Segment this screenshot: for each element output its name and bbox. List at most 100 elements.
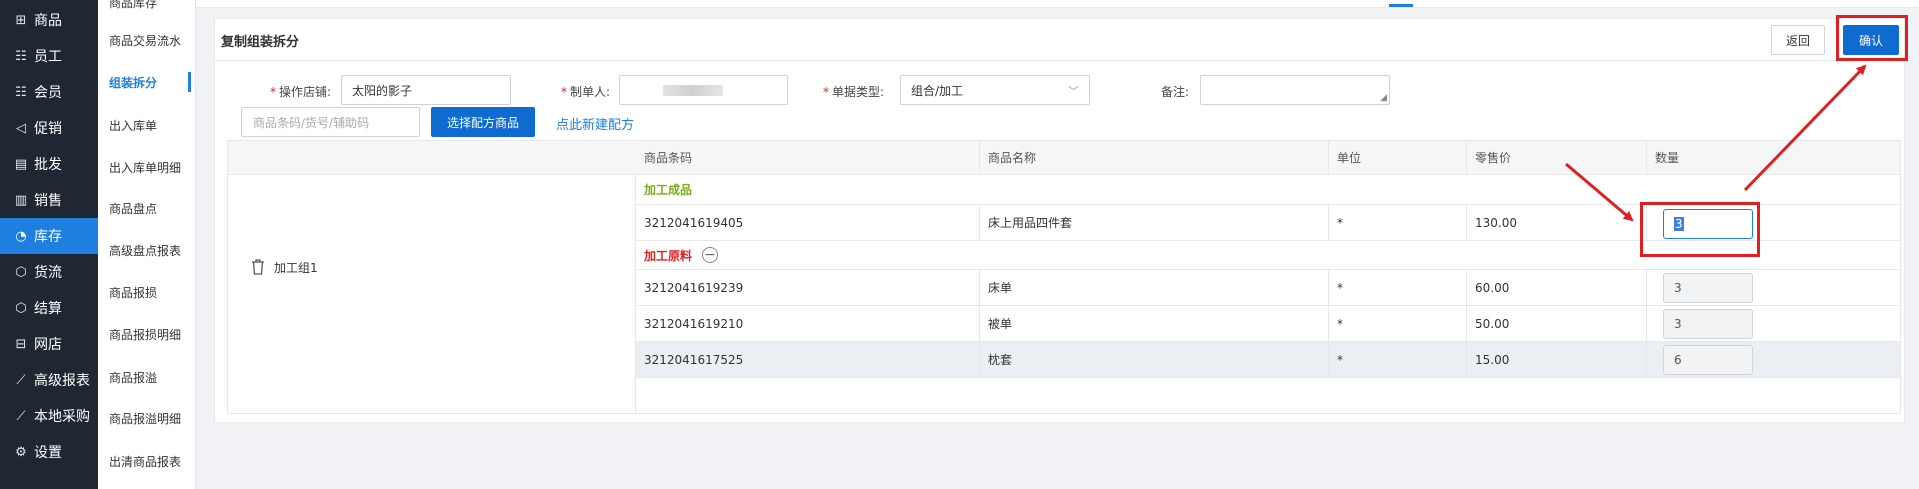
store-field[interactable]: 太阳的影子 (341, 75, 511, 105)
sub-item-clearance-report[interactable]: 出清商品报表 (98, 443, 196, 479)
wholesale-icon: ▤ (14, 156, 28, 172)
group-item: 加工组1 (250, 258, 318, 276)
cell-name: 床单 (980, 270, 1329, 305)
nav-item-inventory[interactable]: ◔ 库存 (0, 218, 98, 254)
member-icon: ☷ (15, 84, 27, 100)
redacted-name (663, 85, 723, 96)
nav-item-sales[interactable]: ▥ 销售 (0, 182, 98, 218)
sub-item-advanced-stocktake[interactable]: 高级盘点报表 (98, 232, 196, 268)
sub-item-in-out-order[interactable]: 出入库单 (98, 107, 196, 143)
table-header-row: 商品条码 商品名称 单位 零售价 数量 (636, 141, 1900, 175)
sub-item-overflow-detail[interactable]: 商品报溢明细 (98, 400, 196, 436)
grid-icon: ⊞ (15, 12, 27, 28)
nav-item-settlement[interactable]: ⬡ 结算 (0, 290, 98, 326)
cube-icon: ⬡ (15, 300, 27, 316)
header-name: 商品名称 (980, 141, 1329, 174)
nav-item-label: 设置 (34, 445, 62, 461)
sub-item-goods-flow[interactable]: 商品交易流水 (98, 22, 196, 58)
active-tab-indicator (1389, 4, 1413, 7)
nav-item-label: 本地采购 (34, 409, 90, 425)
type-select[interactable]: 组合/加工 ﹀ (900, 75, 1090, 105)
nav-item-webshop[interactable]: ⊟ 网店 (0, 326, 98, 362)
nav-item-label: 批发 (34, 157, 62, 173)
cell-barcode: 3212041617525 (636, 342, 980, 377)
collapse-minus-icon[interactable]: − (702, 247, 719, 263)
cell-barcode: 3212041619210 (636, 306, 980, 341)
header-unit: 单位 (1329, 141, 1467, 174)
raw-qty-field: 6 (1663, 345, 1753, 375)
megaphone-icon: ◁ (16, 120, 26, 136)
gift-icon: ⊟ (15, 336, 27, 352)
cell-name: 枕套 (980, 342, 1329, 377)
nav-item-label: 会员 (34, 85, 62, 101)
sub-item-stocktake[interactable]: 商品盘点 (98, 190, 196, 226)
nav-item-advanced-reports[interactable]: ⟋ 高级报表 (0, 362, 98, 398)
store-label: * 操作店铺: (270, 85, 332, 99)
cell-barcode: 3212041619239 (636, 270, 980, 305)
cell-price: 130.00 (1467, 205, 1647, 240)
bar-chart-icon: ▥ (14, 192, 28, 208)
finished-title: 加工成品 (644, 183, 693, 197)
nav-item-label: 商品 (34, 13, 62, 29)
trash-icon[interactable] (250, 258, 266, 276)
nav-item-settings[interactable]: ⚙ 设置 (0, 434, 98, 470)
new-recipe-link[interactable]: 点此新建配方 (556, 114, 634, 133)
raw-qty-field: 3 (1663, 309, 1753, 339)
sub-item-overflow[interactable]: 商品报溢 (98, 359, 196, 395)
remark-label: 备注: (1161, 85, 1190, 99)
cell-unit: * (1329, 342, 1467, 377)
nav-item-label: 销售 (34, 193, 62, 209)
cell-qty: 3 (1647, 306, 1900, 341)
group-cell: 加工组1 (228, 141, 636, 413)
resize-handle-icon[interactable]: ◢ (1380, 94, 1387, 103)
sub-sidebar: 商品库存 商品交易流水 组装拆分 出入库单 出入库单明细 商品盘点 高级盘点报表… (98, 0, 196, 489)
chevron-down-icon: ﹀ (1068, 85, 1079, 98)
qty-highlight-box (1640, 202, 1760, 257)
table-header-left (228, 141, 636, 175)
nav-item-logistics[interactable]: ⬡ 货流 (0, 254, 98, 290)
nav-item-wholesale[interactable]: ▤ 批发 (0, 146, 98, 182)
maker-field[interactable] (619, 75, 788, 105)
nav-item-label: 库存 (34, 229, 62, 245)
group-label: 加工组1 (274, 260, 318, 275)
sub-item-goods-stock[interactable]: 商品库存 (98, 0, 196, 20)
nav-item-label: 网店 (34, 337, 62, 353)
nav-item-member[interactable]: ☷ 会员 (0, 74, 98, 110)
table-row: 3212041619210 被单 * 50.00 3 (636, 306, 1900, 342)
gear-icon: ⚙ (15, 444, 27, 460)
remark-textarea[interactable]: ◢ (1200, 75, 1390, 105)
back-button[interactable]: 返回 (1771, 25, 1825, 55)
sub-item-assembly-split[interactable]: 组装拆分 (98, 64, 196, 100)
nav-item-goods[interactable]: ⊞ 商品 (0, 2, 98, 38)
header-barcode: 商品条码 (636, 141, 980, 174)
pie-chart-icon: ◔ (15, 228, 27, 244)
choose-recipe-button[interactable]: 选择配方商品 (431, 107, 535, 137)
user-card-icon: ☷ (15, 48, 27, 64)
maker-label: * 制单人: (561, 85, 611, 99)
nav-item-label: 促销 (34, 121, 62, 137)
nav-item-label: 员工 (34, 49, 62, 65)
trend-icon: ⟋ (16, 408, 26, 424)
header-price: 零售价 (1467, 141, 1647, 174)
nav-item-label: 货流 (34, 265, 62, 281)
cell-price: 60.00 (1467, 270, 1647, 305)
nav-item-local-purchase[interactable]: ⟋ 本地采购 (0, 398, 98, 434)
assembly-table: 加工组1 商品条码 商品名称 单位 零售价 数量 加工成品 3212041619… (227, 140, 1901, 414)
confirm-highlight-box (1836, 15, 1908, 61)
type-label: * 单据类型: (823, 85, 885, 99)
raw-title: 加工原料 − (644, 241, 719, 269)
sub-item-loss[interactable]: 商品报损 (98, 274, 196, 310)
top-bar (196, 0, 1919, 8)
nav-item-staff[interactable]: ☷ 员工 (0, 38, 98, 74)
nav-item-promotion[interactable]: ◁ 促销 (0, 110, 98, 146)
main-sidebar: ⊞ 商品 ☷ 员工 ☷ 会员 ◁ 促销 ▤ 批发 ▥ 销售 ◔ 库存 ⬡ 货流 ⬡ 结算 ⊟ 网店 … (0, 0, 98, 489)
cell-qty: 3 (1647, 270, 1900, 305)
sub-item-loss-detail[interactable]: 商品报损明细 (98, 316, 196, 352)
search-input[interactable]: 商品条码/货号/辅助码 (241, 107, 420, 137)
finished-section-title: 加工成品 (636, 175, 1900, 205)
panel-header: 复制组装拆分 返回 确认 (215, 15, 1908, 61)
sub-item-in-out-detail[interactable]: 出入库单明细 (98, 149, 196, 185)
page-title: 复制组装拆分 (221, 35, 300, 50)
app-root: ⊞ 商品 ☷ 员工 ☷ 会员 ◁ 促销 ▤ 批发 ▥ 销售 ◔ 库存 ⬡ 货流 ⬡ 结算 ⊟ 网店 … (0, 0, 1919, 489)
cube-icon: ⬡ (15, 264, 27, 280)
